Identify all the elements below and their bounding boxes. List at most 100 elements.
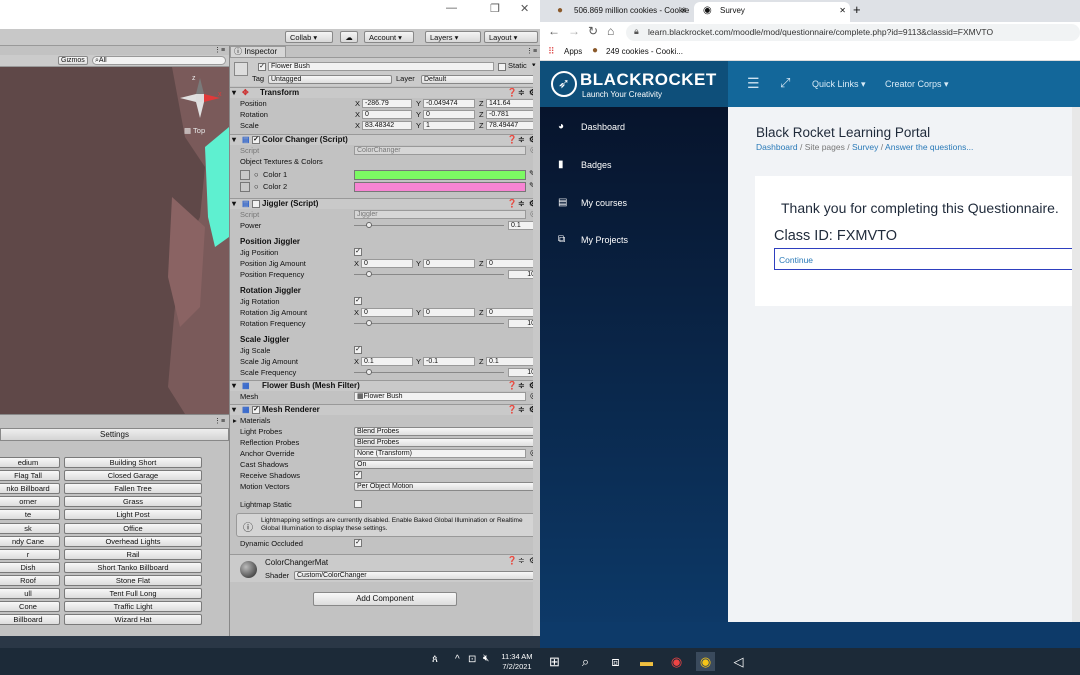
minimize-icon[interactable]: —: [446, 2, 457, 14]
position-amount-y-input[interactable]: 0: [423, 259, 475, 268]
rotation-amount-y-input[interactable]: 0: [423, 308, 475, 317]
layers-button[interactable]: Layers ▾: [425, 31, 481, 43]
help-icon[interactable]: ❓: [507, 381, 517, 391]
motion-vectors-dropdown[interactable]: Per Object Motion: [354, 482, 538, 491]
windows-start-icon[interactable]: ⊞: [545, 652, 564, 671]
power-slider[interactable]: [354, 222, 504, 228]
prefab-button[interactable]: Grass: [64, 496, 202, 508]
rotation-amount-z-input[interactable]: 0: [486, 308, 538, 317]
tag-dropdown[interactable]: Untagged: [268, 75, 392, 84]
reflection-probes-dropdown[interactable]: Blend Probes: [354, 438, 538, 447]
people-icon[interactable]: ጰ: [432, 654, 438, 665]
inspector-scrollbar[interactable]: [533, 66, 540, 636]
prefab-button[interactable]: Flag Tall: [0, 470, 60, 482]
preset-icon[interactable]: ≑: [518, 88, 525, 98]
prefab-button[interactable]: Fallen Tree: [64, 483, 202, 495]
firefox-icon[interactable]: ◉: [667, 652, 686, 671]
position-x-input[interactable]: -286.79: [362, 99, 412, 108]
unity-icon[interactable]: ◁: [729, 652, 748, 671]
site-logo[interactable]: ➶ BLACKROCKET Launch Your Creativity: [540, 61, 728, 107]
prefab-button[interactable]: Billboard: [0, 614, 60, 626]
scale-z-input[interactable]: 78.49447: [486, 121, 538, 130]
collab-button[interactable]: Collab ▾: [285, 31, 333, 43]
light-probes-dropdown[interactable]: Blend Probes: [354, 427, 538, 436]
prefab-button[interactable]: edium: [0, 457, 60, 468]
tab-cookies[interactable]: ● 506.869 million cookies - Cookie ✕: [548, 2, 691, 22]
position-y-input[interactable]: -0.049474: [423, 99, 475, 108]
position-amount-z-input[interactable]: 0: [486, 259, 538, 268]
jig-scale-checkbox[interactable]: ✓: [354, 346, 362, 354]
mesh-renderer-header[interactable]: ▾ ▦ ✓ Mesh Renderer ❓ ≑ ⚙: [230, 404, 540, 415]
preset-icon[interactable]: ≑: [518, 381, 525, 391]
breadcrumb-answer[interactable]: Answer the questions...: [885, 142, 973, 152]
rotation-amount-x-input[interactable]: 0: [361, 308, 413, 317]
color2-swatch[interactable]: [354, 182, 526, 192]
help-icon[interactable]: ❓: [507, 405, 517, 415]
search-icon[interactable]: ⌕: [576, 652, 595, 671]
preset-icon[interactable]: ≑: [518, 135, 525, 145]
clock[interactable]: 11:34 AM 7/2/2021: [499, 652, 535, 672]
continue-button[interactable]: Continue: [774, 248, 1080, 270]
file-explorer-icon[interactable]: ▬: [637, 652, 656, 671]
slider-handle[interactable]: [366, 369, 372, 375]
scale-y-input[interactable]: 1: [423, 121, 475, 130]
orientation-gizmo[interactable]: z x: [176, 72, 226, 132]
sidebar-item-dashboard[interactable]: ◕ Dashboard: [540, 117, 728, 137]
sidebar-item-my-courses[interactable]: ▤ My courses: [540, 193, 728, 213]
materials-row[interactable]: ▸ Materials: [230, 415, 540, 426]
rotation-x-input[interactable]: 0: [362, 110, 412, 119]
rotation-frequency-slider[interactable]: [354, 320, 504, 326]
cookies-bookmark[interactable]: 249 cookies - Cooki...: [606, 47, 683, 56]
preset-icon[interactable]: ≑: [518, 199, 525, 209]
prefab-button[interactable]: Office: [64, 522, 202, 534]
page-scrollbar[interactable]: [1072, 107, 1080, 622]
task-view-icon[interactable]: ⧈: [606, 652, 625, 671]
lock-icon[interactable]: 🔒︎: [634, 26, 639, 37]
volume-muted-icon[interactable]: 🔇︎: [483, 653, 489, 664]
tab-close-icon[interactable]: ✕: [680, 2, 687, 20]
scale-amount-x-input[interactable]: 0.1: [361, 357, 413, 366]
breadcrumb-survey[interactable]: Survey: [852, 142, 878, 152]
prefab-button[interactable]: Tent Full Long: [64, 588, 202, 599]
mesh-filter-header[interactable]: ▾ ▦ Flower Bush (Mesh Filter) ❓ ≑ ⚙: [230, 380, 540, 391]
prefab-button[interactable]: Stone Flat: [64, 574, 202, 586]
network-icon[interactable]: ⊡: [468, 654, 476, 665]
mesh-field[interactable]: ▦Flower Bush: [354, 392, 526, 401]
new-tab-button[interactable]: +: [853, 2, 861, 17]
tab-survey[interactable]: ◉ Survey ✕: [694, 2, 850, 22]
rotation-z-input[interactable]: -0.781: [486, 110, 538, 119]
jig-position-checkbox[interactable]: ✓: [354, 248, 362, 256]
jiggler-enabled-checkbox[interactable]: [252, 200, 260, 208]
prefab-button[interactable]: orner: [0, 496, 60, 508]
color1-swatch[interactable]: [354, 170, 526, 180]
object-name-input[interactable]: Flower Bush: [268, 62, 494, 71]
help-icon[interactable]: ❓: [507, 199, 517, 209]
help-icon[interactable]: ❓: [507, 88, 517, 98]
cloud-icon[interactable]: ☁: [340, 31, 358, 43]
creator-corps-menu[interactable]: Creator Corps ▾: [885, 79, 949, 90]
anchor-override-field[interactable]: None (Transform): [354, 449, 526, 458]
slider-handle[interactable]: [366, 222, 372, 228]
sidebar-item-my-projects[interactable]: ⧉ My Projects: [540, 230, 728, 250]
color-changer-header[interactable]: ▾ ▤ ✓ Color Changer (Script) ❓ ≑ ⚙: [230, 134, 540, 145]
slider-handle[interactable]: [366, 271, 372, 277]
account-button[interactable]: Account ▾: [364, 31, 414, 43]
chrome-icon[interactable]: ◉: [696, 652, 715, 671]
expand-icon[interactable]: ⤢: [780, 75, 790, 91]
scene-search-input[interactable]: ⌕All: [92, 56, 226, 65]
help-icon[interactable]: ❓: [507, 135, 517, 145]
receive-shadows-checkbox[interactable]: ✓: [354, 471, 362, 479]
prefab-button[interactable]: Short Tanko Billboard: [64, 561, 202, 573]
scene-view[interactable]: z x ▦ Top: [0, 67, 229, 414]
home-icon[interactable]: ⌂: [607, 24, 614, 38]
active-checkbox[interactable]: ✓: [258, 63, 266, 71]
jig-rotation-checkbox[interactable]: ✓: [354, 297, 362, 305]
breadcrumb-dashboard[interactable]: Dashboard: [756, 142, 798, 152]
prefab-button[interactable]: r: [0, 548, 60, 560]
prefab-button[interactable]: nko Billboard: [0, 483, 60, 495]
panel-menu-icon[interactable]: ⋮≡: [214, 46, 225, 54]
quick-links-menu[interactable]: Quick Links ▾: [812, 79, 866, 90]
prefab-button[interactable]: te: [0, 509, 60, 521]
preset-icon[interactable]: ≑: [518, 405, 525, 415]
layer-dropdown[interactable]: Default: [421, 75, 538, 84]
